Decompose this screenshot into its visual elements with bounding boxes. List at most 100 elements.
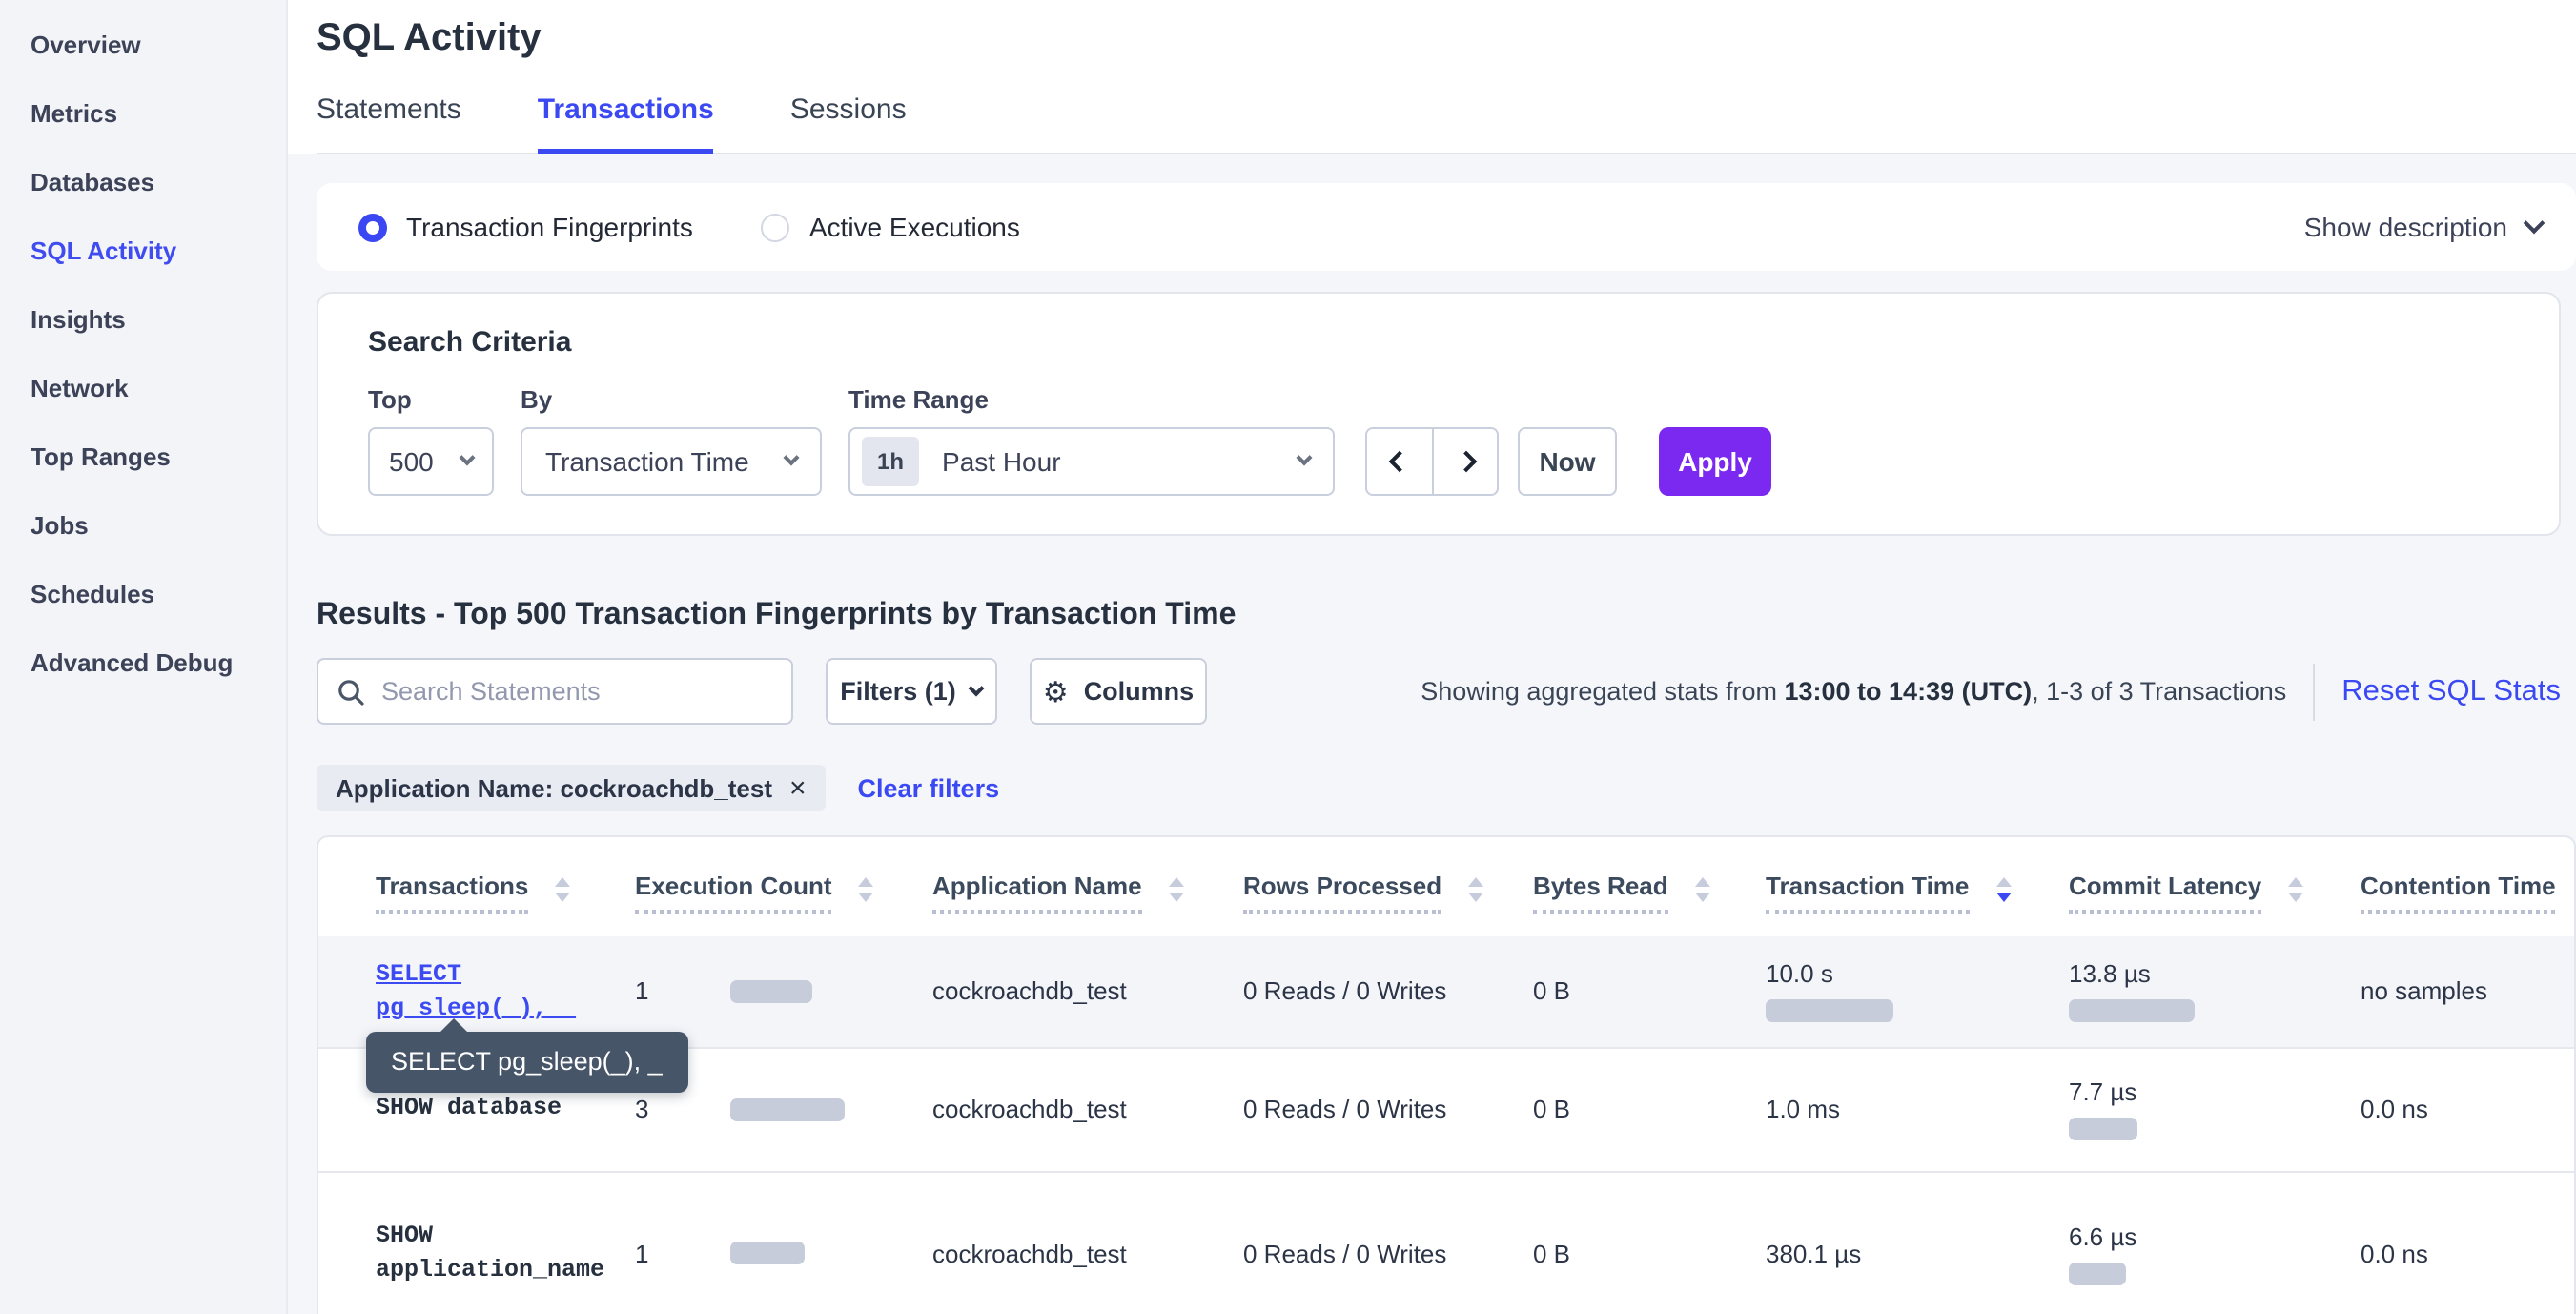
column-header-execution-count[interactable]: Execution Count: [635, 872, 874, 914]
by-select[interactable]: Transaction Time: [521, 427, 822, 496]
top-select-value: 500: [389, 446, 434, 477]
contention-time-value: no samples: [2361, 936, 2574, 1047]
sort-icons: [555, 876, 570, 901]
execution-count-value: 1: [635, 977, 730, 1006]
search-criteria-controls: Top 500 By Transaction Time: [368, 385, 2513, 496]
bytes-read-value: 0 B: [1533, 1047, 1766, 1171]
search-criteria-heading: Search Criteria: [368, 326, 2513, 359]
time-range-value: Past Hour: [942, 446, 1061, 477]
chevron-down-icon: [2524, 213, 2545, 235]
commit-latency-value: 6.6 µs: [2069, 1222, 2345, 1251]
commit-latency-bar: [2069, 1118, 2137, 1140]
filters-button[interactable]: Filters (1): [826, 658, 997, 725]
apply-button[interactable]: Apply: [1659, 427, 1771, 496]
column-header-application-name[interactable]: Application Name: [932, 872, 1184, 914]
execution-count-bar: [730, 1242, 805, 1265]
search-statements-input[interactable]: [381, 677, 772, 706]
transaction-time-bar: [1766, 1000, 1893, 1023]
clear-filters-link[interactable]: Clear filters: [858, 773, 1000, 802]
tab-transactions[interactable]: Transactions: [538, 93, 714, 154]
chevron-left-icon: [1389, 451, 1411, 473]
radio-label: Transaction Fingerprints: [406, 212, 693, 242]
sidebar-item-network[interactable]: Network: [0, 355, 286, 423]
column-header-transactions[interactable]: Transactions: [376, 872, 570, 914]
tab-bar: Statements Transactions Sessions: [317, 93, 2576, 154]
time-range-select[interactable]: 1h Past Hour: [848, 427, 1335, 496]
gear-icon: ⚙: [1043, 674, 1069, 708]
table-row: SHOW application_name 1 cockroachdb_test…: [318, 1171, 2574, 1314]
column-header-transaction-time[interactable]: Transaction Time: [1766, 872, 2011, 914]
chevron-down-icon: [969, 681, 985, 697]
radio-transaction-fingerprints[interactable]: Transaction Fingerprints: [358, 212, 693, 242]
transaction-fingerprint-text[interactable]: SHOW application_name: [376, 1222, 604, 1283]
sort-icons: [1468, 876, 1483, 901]
sort-icons-active: [1995, 876, 2011, 901]
sidebar-item-top-ranges[interactable]: Top Ranges: [0, 423, 286, 492]
active-filters-row: Application Name: cockroachdb_test × Cle…: [317, 765, 2576, 811]
transaction-time-value: 380.1 µs: [1766, 1240, 2054, 1268]
column-header-commit-latency[interactable]: Commit Latency: [2069, 872, 2303, 914]
search-statements-box: [317, 658, 793, 725]
sidebar-item-databases[interactable]: Databases: [0, 149, 286, 217]
sidebar-item-overview[interactable]: Overview: [0, 11, 286, 80]
sidebar-item-schedules[interactable]: Schedules: [0, 561, 286, 629]
main-area: SQL Activity Statements Transactions Ses…: [288, 0, 2576, 1314]
statement-tooltip: SELECT pg_sleep(_), _: [366, 1032, 689, 1093]
tab-statements[interactable]: Statements: [317, 93, 461, 154]
sidebar-item-advanced-debug[interactable]: Advanced Debug: [0, 629, 286, 698]
transaction-fingerprint-text[interactable]: SHOW database: [376, 1096, 562, 1122]
application-name-value: cockroachdb_test: [932, 1047, 1243, 1171]
chevron-down-icon: [784, 450, 800, 466]
by-label: By: [521, 385, 848, 414]
sidebar-nav: Overview Metrics Databases SQL Activity …: [0, 0, 288, 1314]
sidebar-item-metrics[interactable]: Metrics: [0, 80, 286, 149]
columns-button[interactable]: ⚙ Columns: [1030, 658, 1207, 725]
sort-icons: [1169, 876, 1184, 901]
show-description-toggle[interactable]: Show description: [2304, 212, 2542, 242]
bytes-read-value: 0 B: [1533, 936, 1766, 1047]
stats-time-range: 13:00 to 14:39 (UTC): [1785, 677, 2033, 706]
aggregated-stats-text: Showing aggregated stats from 13:00 to 1…: [1421, 677, 2286, 706]
now-button[interactable]: Now: [1518, 427, 1617, 496]
rows-processed-value: 0 Reads / 0 Writes: [1243, 1171, 1533, 1314]
bytes-read-value: 0 B: [1533, 1171, 1766, 1314]
by-field-group: By Transaction Time: [521, 385, 848, 496]
transaction-time-value: 1.0 ms: [1766, 1095, 2054, 1123]
sidebar-item-jobs[interactable]: Jobs: [0, 492, 286, 561]
sort-icons: [2288, 876, 2303, 901]
content-area: Transaction Fingerprints Active Executio…: [288, 154, 2576, 1314]
page-title: SQL Activity: [317, 17, 2576, 61]
sidebar-item-sql-activity[interactable]: SQL Activity: [0, 217, 286, 286]
tooltip-arrow: [439, 1018, 469, 1034]
tab-sessions[interactable]: Sessions: [790, 93, 907, 154]
top-select[interactable]: 500: [368, 427, 494, 496]
commit-latency-value: 13.8 µs: [2069, 960, 2345, 989]
columns-button-label: Columns: [1084, 677, 1195, 706]
sidebar-item-insights[interactable]: Insights: [0, 286, 286, 355]
next-time-window-button[interactable]: [1432, 429, 1497, 494]
table-header-row: Transactions Execution Count Application…: [318, 837, 2574, 936]
execution-count-value: 3: [635, 1095, 730, 1123]
radio-selected-icon: [358, 213, 387, 241]
chevron-right-icon: [1455, 451, 1477, 473]
radio-active-executions[interactable]: Active Executions: [762, 212, 1020, 242]
filters-button-label: Filters (1): [840, 677, 956, 706]
time-window-stepper: [1365, 427, 1499, 496]
column-header-rows-processed[interactable]: Rows Processed: [1243, 872, 1483, 914]
rows-processed-value: 0 Reads / 0 Writes: [1243, 936, 1533, 1047]
commit-latency-value: 7.7 µs: [2069, 1078, 2345, 1106]
previous-time-window-button[interactable]: [1367, 429, 1432, 494]
top-field-group: Top 500: [368, 385, 521, 496]
chevron-down-icon: [460, 450, 476, 466]
close-icon[interactable]: ×: [789, 773, 807, 802]
reset-sql-stats-link[interactable]: Reset SQL Stats: [2341, 674, 2561, 708]
column-header-bytes-read[interactable]: Bytes Read: [1533, 872, 1710, 914]
vertical-divider: [2313, 663, 2315, 720]
application-name-value: cockroachdb_test: [932, 936, 1243, 1047]
transaction-fingerprint-link[interactable]: SELECT pg_sleep(_), _: [376, 956, 620, 1026]
commit-latency-bar: [2069, 1263, 2126, 1285]
tooltip-text: SELECT pg_sleep(_), _: [391, 1047, 663, 1076]
column-header-contention-time[interactable]: Contention Time: [2361, 872, 2556, 914]
radio-unselected-icon: [762, 213, 790, 241]
by-select-value: Transaction Time: [545, 446, 749, 477]
